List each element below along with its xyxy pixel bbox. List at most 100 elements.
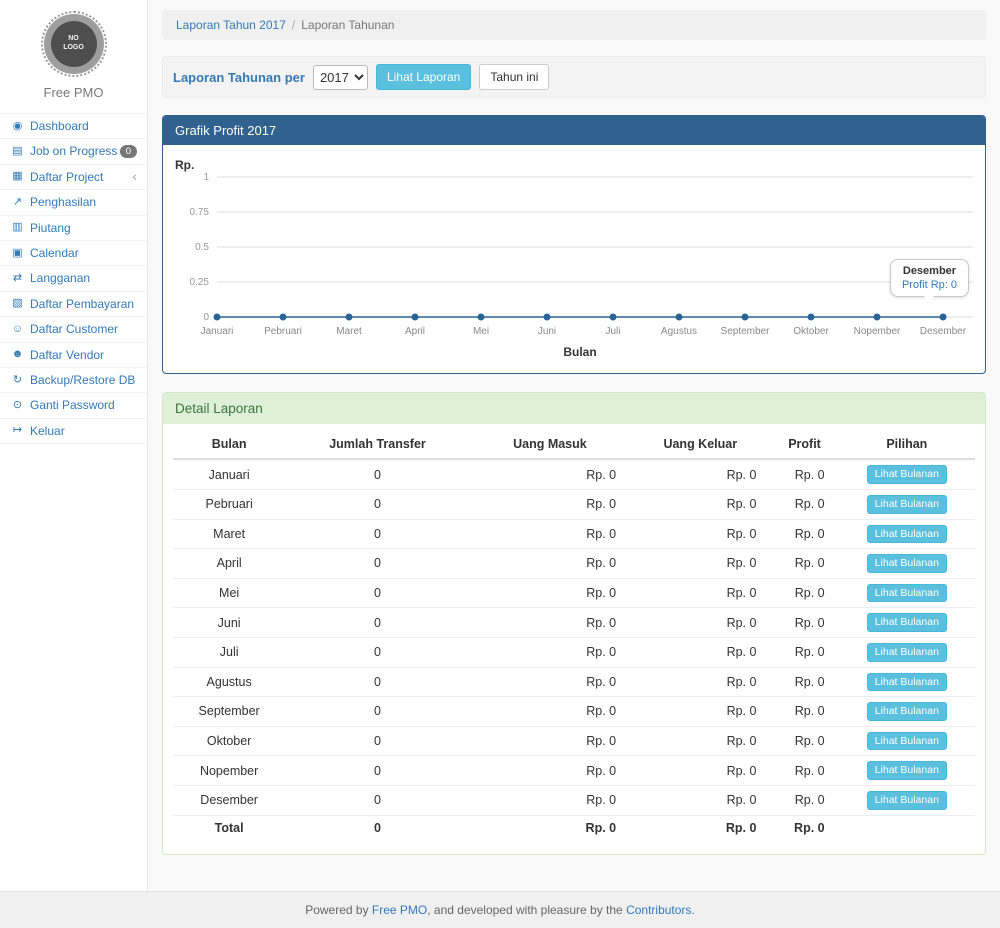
table-cell: Rp. 0 bbox=[470, 667, 630, 697]
filter-label: Laporan Tahunan per bbox=[173, 70, 305, 85]
sidebar-item-dashboard[interactable]: ◉Dashboard bbox=[0, 114, 147, 139]
sidebar-item-label: Ganti Password bbox=[30, 398, 115, 412]
table-cell: Mei bbox=[173, 578, 285, 608]
credit-card-icon: ▥ bbox=[10, 221, 25, 234]
table-cell: Rp. 0 bbox=[770, 549, 838, 579]
detail-table-body: BulanJumlah TransferUang MasukUang Kelua… bbox=[163, 424, 985, 853]
lihat-bulanan-button[interactable]: Lihat Bulanan bbox=[867, 702, 947, 721]
svg-text:Oktober: Oktober bbox=[793, 326, 829, 337]
svg-text:Januari: Januari bbox=[201, 326, 234, 337]
sidebar-menu: ◉Dashboard▤Job on Progress0▦Daftar Proje… bbox=[0, 113, 147, 444]
sidebar-item-label: Daftar Customer bbox=[30, 322, 118, 336]
svg-text:Nopember: Nopember bbox=[854, 326, 901, 337]
table-cell: Rp. 0 bbox=[630, 519, 770, 549]
table-cell: Rp. 0 bbox=[630, 697, 770, 727]
svg-text:Juli: Juli bbox=[605, 326, 620, 337]
no-logo-inner: NO LOGO bbox=[51, 21, 97, 67]
tooltip-month: Desember bbox=[902, 265, 957, 277]
table-cell: Rp. 0 bbox=[630, 726, 770, 756]
table-action-cell: Lihat Bulanan bbox=[839, 667, 975, 697]
svg-text:0.5: 0.5 bbox=[195, 242, 209, 253]
table-action-cell: Lihat Bulanan bbox=[839, 578, 975, 608]
lihat-bulanan-button[interactable]: Lihat Bulanan bbox=[867, 732, 947, 751]
svg-text:Rp.: Rp. bbox=[175, 158, 194, 172]
table-cell: Rp. 0 bbox=[470, 697, 630, 727]
table-cell: Rp. 0 bbox=[630, 785, 770, 815]
table-header-row: BulanJumlah TransferUang MasukUang Kelua… bbox=[173, 428, 975, 459]
table-cell: Rp. 0 bbox=[770, 756, 838, 786]
exchange-icon: ⇄ bbox=[10, 272, 25, 285]
year-select[interactable]: 2017 bbox=[313, 65, 368, 90]
table-cell: Rp. 0 bbox=[470, 637, 630, 667]
tahun-ini-button[interactable]: Tahun ini bbox=[479, 64, 549, 90]
svg-text:September: September bbox=[721, 326, 771, 337]
table-cell: 0 bbox=[285, 726, 469, 756]
table-action-cell: Lihat Bulanan bbox=[839, 726, 975, 756]
lihat-laporan-button[interactable]: Lihat Laporan bbox=[376, 64, 471, 90]
table-cell: Rp. 0 bbox=[470, 549, 630, 579]
sidebar-item-backup-restore-db[interactable]: ↻Backup/Restore DB bbox=[0, 368, 147, 393]
table-cell: Rp. 0 bbox=[770, 785, 838, 815]
table-row: Mei0Rp. 0Rp. 0Rp. 0Lihat Bulanan bbox=[173, 578, 975, 608]
table-row: Maret0Rp. 0Rp. 0Rp. 0Lihat Bulanan bbox=[173, 519, 975, 549]
brand-name: Free PMO bbox=[0, 85, 147, 100]
sidebar-item-daftar-vendor[interactable]: ☻Daftar Vendor bbox=[0, 343, 147, 368]
sidebar-item-daftar-project[interactable]: ▦Daftar Project‹ bbox=[0, 165, 147, 190]
profit-chart-panel: Grafik Profit 2017 Rp.10.750.50.250Janua… bbox=[162, 115, 986, 374]
lihat-bulanan-button[interactable]: Lihat Bulanan bbox=[867, 495, 947, 514]
table-cell: Rp. 0 bbox=[470, 489, 630, 519]
detail-panel-title: Detail Laporan bbox=[163, 393, 985, 424]
table-cell: Rp. 0 bbox=[770, 726, 838, 756]
table-cell: Rp. 0 bbox=[770, 637, 838, 667]
table-cell: Rp. 0 bbox=[470, 459, 630, 489]
sidebar-item-job-on-progress[interactable]: ▤Job on Progress0 bbox=[0, 139, 147, 164]
table-cell: 0 bbox=[285, 459, 469, 489]
contributors-link[interactable]: Contributors bbox=[626, 903, 691, 917]
job-count-badge: 0 bbox=[120, 145, 137, 159]
table-cell: 0 bbox=[285, 756, 469, 786]
lihat-bulanan-button[interactable]: Lihat Bulanan bbox=[867, 584, 947, 603]
sidebar-item-keluar[interactable]: ↦Keluar bbox=[0, 419, 147, 444]
table-action-cell: Lihat Bulanan bbox=[839, 459, 975, 489]
sidebar-item-daftar-pembayaran[interactable]: ▧Daftar Pembayaran bbox=[0, 292, 147, 317]
table-cell: Rp. 0 bbox=[470, 726, 630, 756]
table-cell: Oktober bbox=[173, 726, 285, 756]
table-action-cell: Lihat Bulanan bbox=[839, 697, 975, 727]
sidebar-item-langganan[interactable]: ⇄Langganan bbox=[0, 266, 147, 291]
chart-area: Rp.10.750.50.250JanuariPebruariMaretApri… bbox=[163, 145, 985, 373]
main-area: Laporan Tahun 2017/Laporan Tahunan Lapor… bbox=[148, 0, 1000, 891]
no-logo-text: NO LOGO bbox=[61, 35, 87, 53]
sidebar-item-penghasilan[interactable]: ↗Penghasilan bbox=[0, 190, 147, 215]
sidebar-item-daftar-customer[interactable]: ☺Daftar Customer bbox=[0, 317, 147, 342]
lihat-bulanan-button[interactable]: Lihat Bulanan bbox=[867, 554, 947, 573]
column-header-uang-masuk: Uang Masuk bbox=[470, 428, 630, 459]
footer-text: , and developed with pleasure by the bbox=[427, 903, 626, 917]
breadcrumb-item-laporan-tahun-2017[interactable]: Laporan Tahun 2017 bbox=[176, 18, 286, 32]
lihat-bulanan-button[interactable]: Lihat Bulanan bbox=[867, 791, 947, 810]
sidebar-item-piutang[interactable]: ▥Piutang bbox=[0, 216, 147, 241]
svg-text:Mei: Mei bbox=[473, 326, 489, 337]
table-cell: Rp. 0 bbox=[630, 489, 770, 519]
lihat-bulanan-button[interactable]: Lihat Bulanan bbox=[867, 673, 947, 692]
lihat-bulanan-button[interactable]: Lihat Bulanan bbox=[867, 465, 947, 484]
svg-text:Pebruari: Pebruari bbox=[264, 326, 302, 337]
free-pmo-link[interactable]: Free PMO bbox=[372, 903, 427, 917]
svg-text:Juni: Juni bbox=[538, 326, 556, 337]
table-cell: Rp. 0 bbox=[630, 549, 770, 579]
sidebar-item-ganti-password[interactable]: ⊙Ganti Password bbox=[0, 393, 147, 418]
breadcrumb-item-laporan-tahunan: Laporan Tahunan bbox=[301, 18, 394, 32]
svg-text:Desember: Desember bbox=[920, 326, 967, 337]
column-header-profit: Profit bbox=[770, 428, 838, 459]
lihat-bulanan-button[interactable]: Lihat Bulanan bbox=[867, 613, 947, 632]
svg-text:0: 0 bbox=[203, 312, 209, 323]
table-cell: 0 bbox=[285, 578, 469, 608]
table-cell: Rp. 0 bbox=[630, 756, 770, 786]
svg-text:Bulan: Bulan bbox=[563, 345, 596, 359]
lihat-bulanan-button[interactable]: Lihat Bulanan bbox=[867, 643, 947, 662]
lihat-bulanan-button[interactable]: Lihat Bulanan bbox=[867, 525, 947, 544]
lihat-bulanan-button[interactable]: Lihat Bulanan bbox=[867, 761, 947, 780]
sidebar-item-calendar[interactable]: ▣Calendar bbox=[0, 241, 147, 266]
table-cell: Juni bbox=[173, 608, 285, 638]
table-cell: 0 bbox=[285, 637, 469, 667]
table-cell: Rp. 0 bbox=[470, 578, 630, 608]
